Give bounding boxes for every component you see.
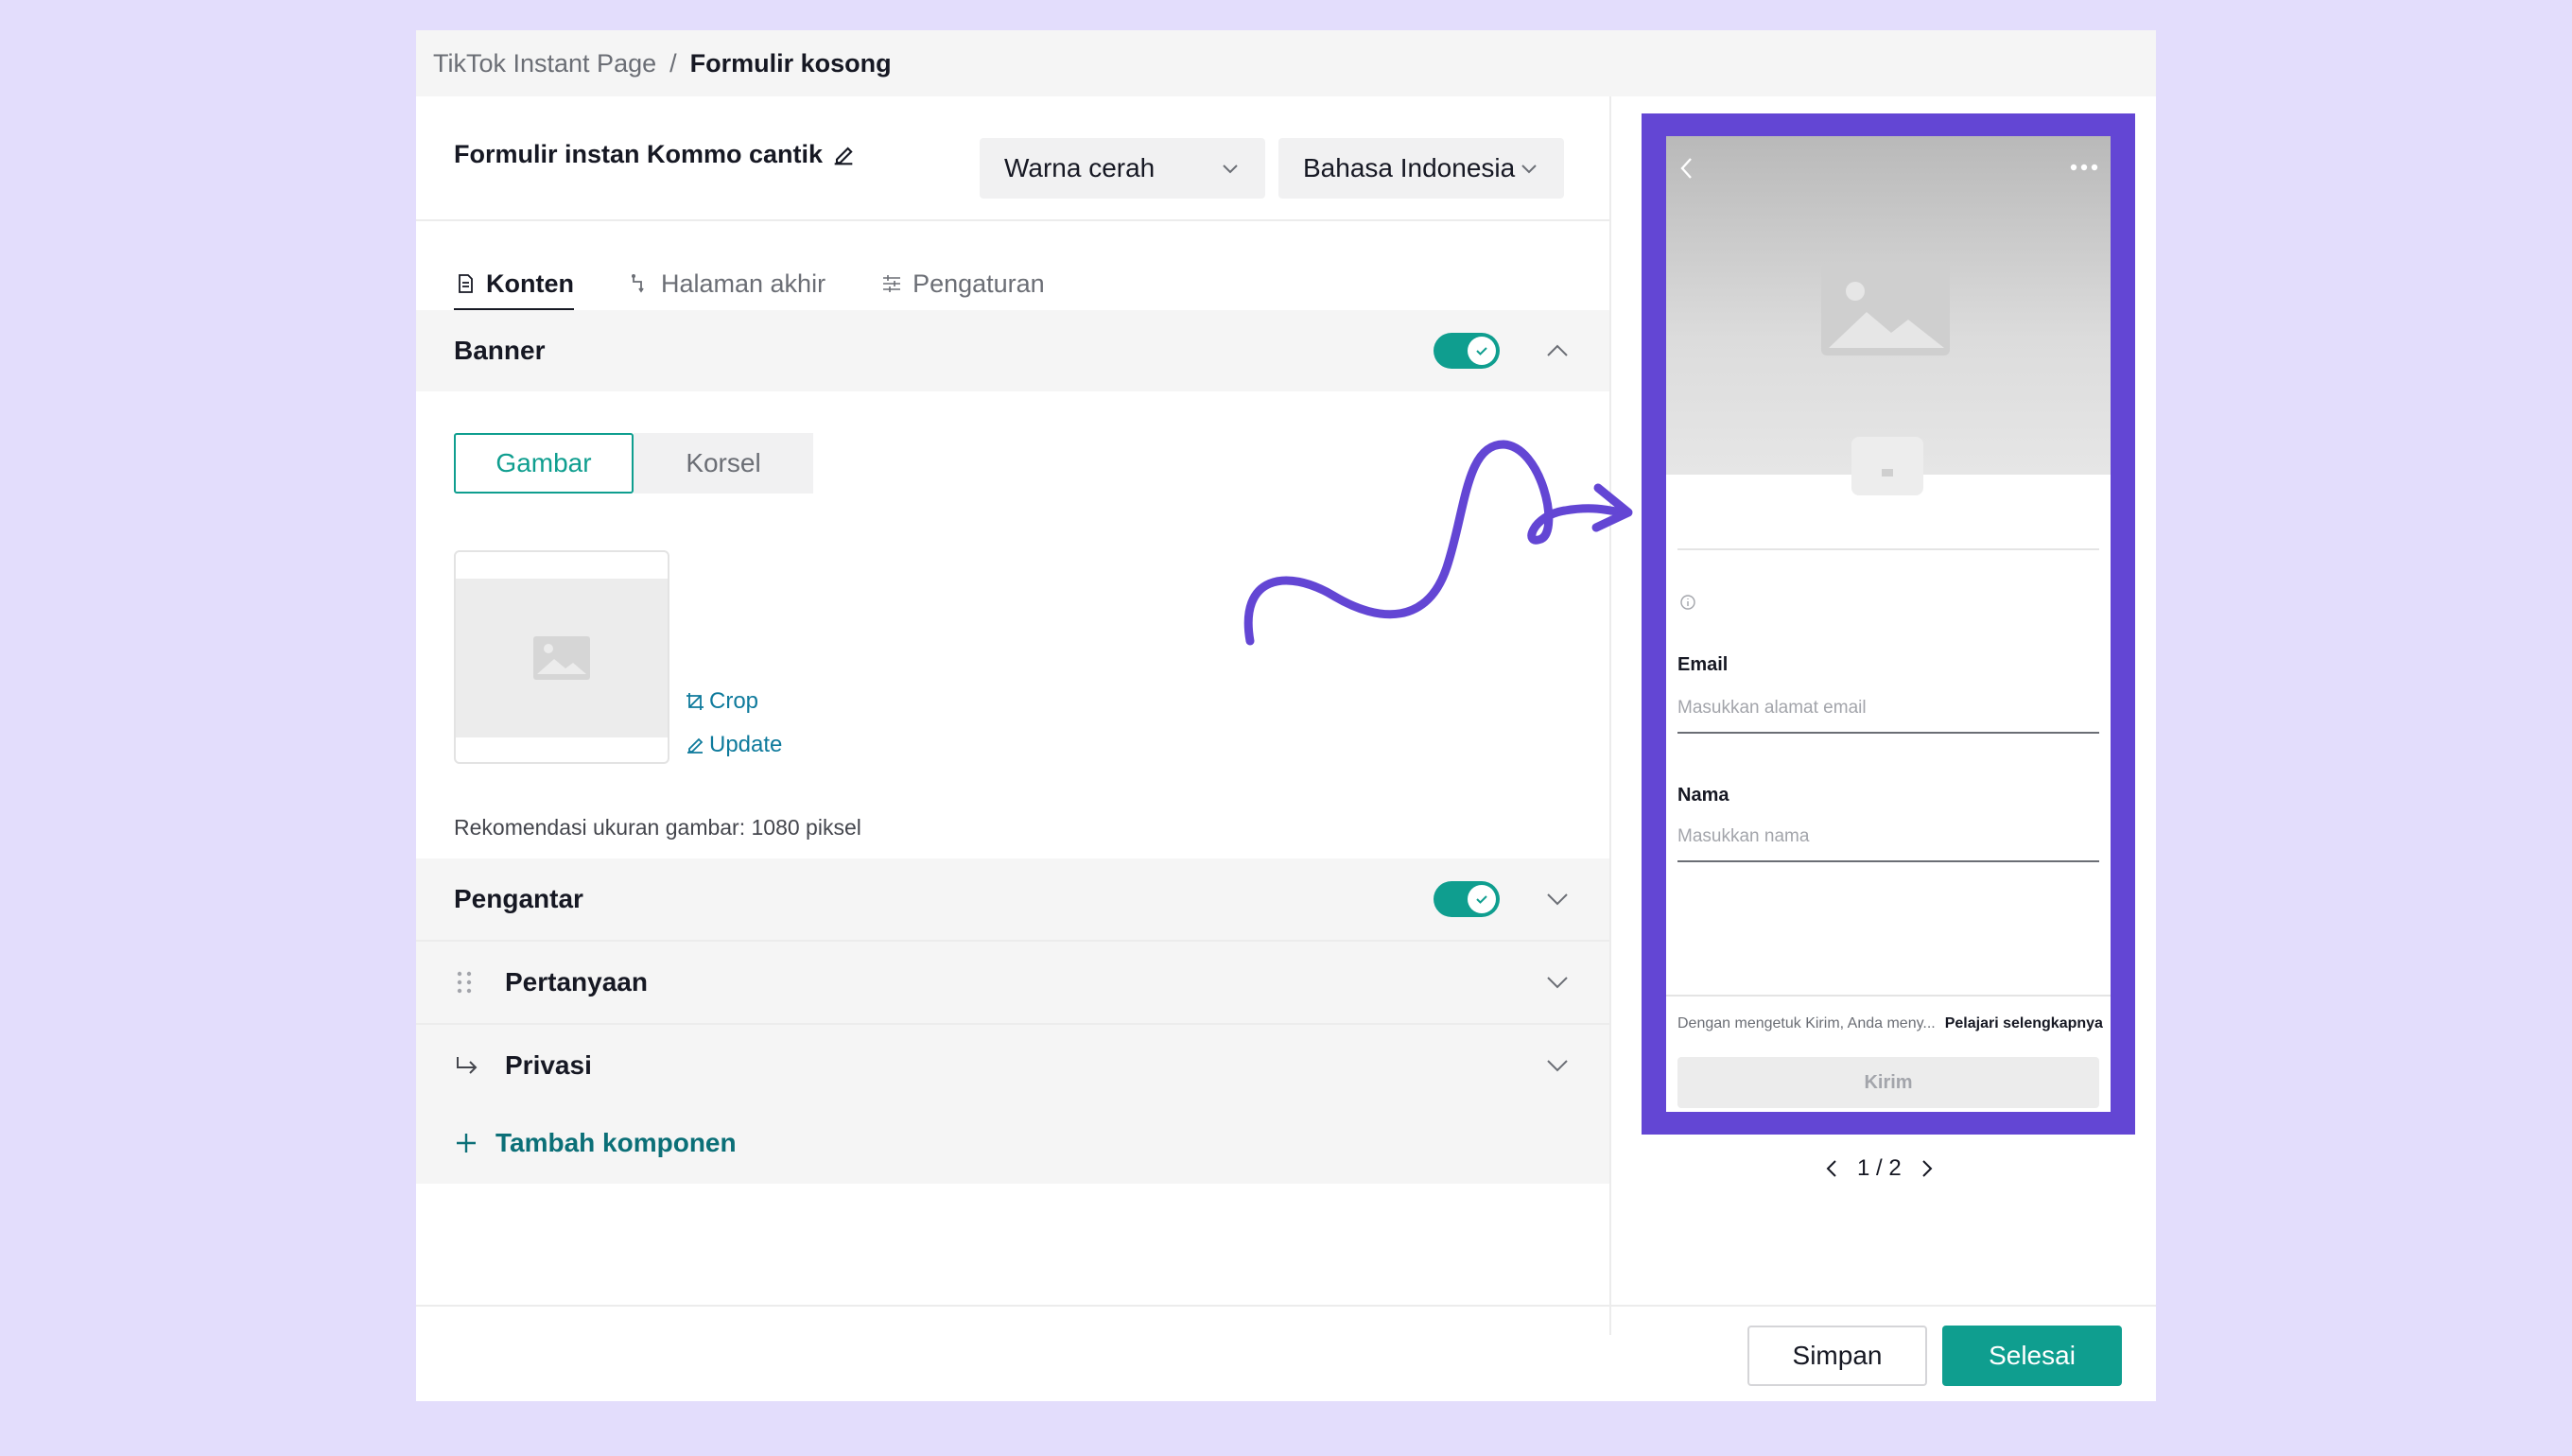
image-size-hint: Rekomendasi ukuran gambar: 1080 piksel: [454, 815, 861, 840]
preview-banner: [1666, 136, 2111, 475]
branch-icon: [631, 274, 644, 293]
tab-settings-label: Pengaturan: [912, 269, 1045, 298]
privacy-title: Privasi: [505, 1050, 592, 1080]
page-indicator: 1 / 2: [1857, 1155, 1902, 1181]
chevron-up-icon[interactable]: [1545, 343, 1570, 358]
preview-email-input[interactable]: Masukkan alamat email: [1677, 698, 1867, 719]
chevron-down-icon[interactable]: [1545, 1058, 1570, 1073]
theme-select-value: Warna cerah: [1004, 153, 1156, 182]
panel-divider: [1609, 96, 1611, 1335]
tab-settings[interactable]: Pengaturan: [880, 257, 1045, 310]
theme-select[interactable]: Warna cerah: [980, 138, 1265, 199]
pencil-icon[interactable]: [830, 142, 857, 168]
tab-end-page-label: Halaman akhir: [660, 269, 826, 298]
questions-section-header[interactable]: Pertanyaan: [416, 942, 1609, 1023]
intro-toggle[interactable]: [1434, 881, 1500, 917]
breadcrumb-parent[interactable]: TikTok Instant Page: [433, 49, 656, 78]
crop-link[interactable]: Crop: [685, 688, 758, 715]
footer-divider: [416, 1305, 2156, 1307]
done-button[interactable]: Selesai: [1942, 1326, 2122, 1386]
breadcrumb-current: Formulir kosong: [689, 48, 892, 78]
crop-label: Crop: [709, 688, 759, 714]
hand-drawn-arrow-icon: [1243, 440, 1633, 646]
editor-panel: Formulir instan Kommo cantik Warna cerah…: [416, 96, 1609, 1335]
chevron-down-icon: [1521, 165, 1537, 174]
intro-section-header[interactable]: Pengantar: [416, 858, 1609, 940]
banner-section-header[interactable]: Banner: [416, 310, 1609, 391]
chevron-down-icon[interactable]: [1545, 975, 1570, 990]
preview-name-label: Nama: [1677, 785, 1729, 806]
preview-terms: Dengan mengetuk Kirim, Anda meny... Pelaj…: [1677, 1015, 2103, 1032]
banner-toggle[interactable]: [1434, 333, 1500, 369]
check-icon: [1476, 347, 1487, 355]
document-icon: [459, 274, 473, 293]
update-label: Update: [709, 732, 783, 757]
arrow-return-icon: [457, 1057, 478, 1074]
questions-title: Pertanyaan: [505, 967, 648, 997]
preview-email-label: Email: [1677, 654, 1729, 675]
chevron-down-icon[interactable]: [1545, 892, 1570, 907]
preview-logo-placeholder: [1851, 437, 1923, 495]
mobile-preview: Email Masukkan alamat email Nama Masukka…: [1666, 136, 2111, 1112]
chevron-left-icon[interactable]: [1825, 1158, 1838, 1179]
save-button[interactable]: Simpan: [1747, 1326, 1927, 1386]
preview-footer-divider: [1666, 995, 2111, 997]
sliders-icon: [883, 275, 901, 292]
chevron-down-icon: [1223, 165, 1238, 174]
add-component-label: Tambah komponen: [495, 1128, 737, 1157]
pencil-icon: [687, 737, 704, 754]
preview-terms-text: Dengan mengetuk Kirim, Anda meny...: [1677, 1015, 1936, 1031]
add-component-button[interactable]: Tambah komponen: [416, 1102, 1609, 1184]
header-divider: [416, 219, 1609, 221]
info-icon: [1680, 595, 1695, 610]
check-icon: [1476, 895, 1487, 904]
banner-type-segment: Gambar Korsel: [454, 433, 813, 494]
drag-handle-icon[interactable]: [454, 969, 475, 996]
segment-image-button[interactable]: Gambar: [454, 433, 634, 494]
input-underline: [1677, 732, 2099, 734]
image-icon: [533, 636, 590, 680]
chevron-right-icon[interactable]: [1920, 1158, 1934, 1179]
language-select[interactable]: Bahasa Indonesia: [1278, 138, 1564, 199]
banner-image-thumbnail[interactable]: [454, 550, 669, 764]
preview-name-input[interactable]: Masukkan nama: [1677, 826, 1809, 847]
crop-icon: [686, 693, 704, 710]
image-icon: [1821, 263, 1950, 355]
tab-bar: Konten Halaman akhir Pengaturan: [454, 257, 1045, 312]
back-arrow-icon[interactable]: [1677, 155, 1696, 182]
plus-icon: [457, 1134, 476, 1153]
preview-learn-more-link[interactable]: Pelajari selengkapnya: [1945, 1015, 2103, 1031]
language-select-value: Bahasa Indonesia: [1303, 153, 1516, 182]
tab-end-page[interactable]: Halaman akhir: [629, 257, 825, 310]
segment-carousel-button[interactable]: Korsel: [634, 433, 813, 494]
image-placeholder: [456, 579, 668, 737]
intro-title: Pengantar: [454, 884, 583, 913]
toggle-knob: [1468, 337, 1496, 365]
form-title-row: Formulir instan Kommo cantik: [454, 140, 857, 169]
preview-pager: 1 / 2: [1825, 1155, 1934, 1182]
banner-title: Banner: [454, 336, 546, 365]
tab-content[interactable]: Konten: [454, 257, 574, 312]
preview-submit-button[interactable]: Kirim: [1677, 1057, 2099, 1108]
breadcrumb: TikTok Instant Page / Formulir kosong: [416, 30, 2156, 96]
more-icon[interactable]: [2069, 163, 2099, 172]
update-link[interactable]: Update: [685, 732, 782, 758]
input-underline: [1677, 860, 2099, 862]
tab-content-label: Konten: [486, 269, 574, 298]
breadcrumb-separator: /: [669, 48, 677, 78]
privacy-section-header[interactable]: Privasi: [416, 1025, 1609, 1106]
preview-divider: [1677, 548, 2099, 550]
form-title: Formulir instan Kommo cantik: [454, 140, 824, 168]
toggle-knob: [1468, 885, 1496, 913]
